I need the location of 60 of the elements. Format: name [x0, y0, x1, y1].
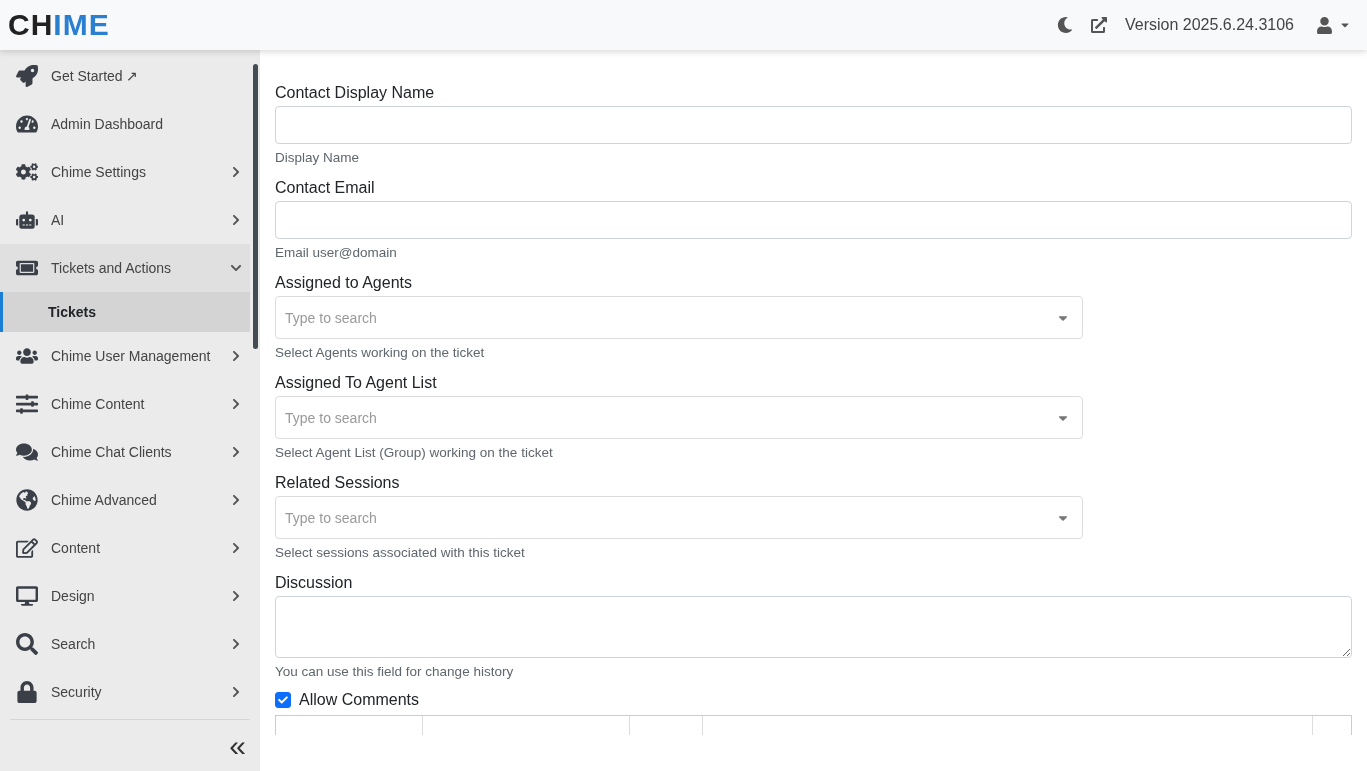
sidebar-item[interactable]: Chime Content [0, 380, 250, 428]
field-label: Contact Email [275, 179, 376, 197]
chevron-icon [230, 638, 242, 650]
sidebar-item[interactable]: Chime Chat Clients [0, 428, 250, 476]
gears-icon [13, 161, 41, 183]
help-text: Select Agents working on the ticket [275, 345, 486, 360]
chevron-icon [230, 214, 242, 226]
search-icon [13, 633, 41, 655]
sidebar-item[interactable]: Chime User Management [0, 332, 250, 380]
chevron-icon [230, 494, 242, 506]
sidebar-item[interactable]: AI [0, 196, 250, 244]
chevron-icon [230, 398, 242, 410]
chevron-icon [230, 542, 242, 554]
chevron-icon [230, 350, 242, 362]
chevron-icon [230, 686, 242, 698]
sidebar-item[interactable]: Get Started ↗ [0, 52, 250, 100]
collapse-button[interactable]: « [225, 730, 250, 761]
help-text: You can use this field for change history [275, 664, 515, 679]
chevron-icon [230, 590, 242, 602]
help-text: Display Name [275, 150, 361, 165]
sidebar-item[interactable]: Tickets and Actions [0, 244, 250, 292]
moon-icon[interactable] [1056, 17, 1073, 33]
globe-icon [13, 489, 41, 511]
robot-icon [13, 209, 41, 231]
text-field[interactable] [275, 106, 1352, 144]
sidebar-item[interactable]: Admin Dashboard [0, 100, 250, 148]
text-field[interactable] [275, 201, 1352, 239]
rocket-icon [13, 65, 41, 87]
gauge-icon [13, 113, 41, 135]
monitor-icon [13, 585, 41, 607]
sidebar-item[interactable]: Content [0, 524, 250, 572]
logo[interactable]: CHIME [8, 8, 110, 42]
field-label: Assigned To Agent List [275, 374, 438, 392]
sidebar-item[interactable]: Security [0, 668, 250, 716]
check-icon [278, 695, 288, 705]
help-text: Email user@domain [275, 245, 398, 260]
sliders-icon [13, 393, 41, 415]
help-text: Select Agent List (Group) working on the ticket [275, 445, 554, 460]
checkbox-label: Allow Comments [299, 691, 420, 709]
chevron-icon [230, 262, 242, 274]
external-link-icon[interactable] [1090, 17, 1107, 33]
help-text: Select sessions associated with this ticket [275, 545, 526, 560]
sidebar-item[interactable]: Chime Settings [0, 148, 250, 196]
sidebar-item[interactable]: Search [0, 620, 250, 668]
sidebar-item[interactable]: Design [0, 572, 250, 620]
user-icon [1316, 16, 1333, 34]
user-menu[interactable] [1316, 16, 1351, 34]
chevron-icon [230, 166, 242, 178]
edit-icon [13, 537, 41, 559]
sidebar-subitem[interactable]: Tickets [0, 292, 250, 332]
chat-icon [13, 441, 41, 463]
field-label: Contact Display Name [275, 84, 436, 102]
field-label: Assigned to Agents [275, 274, 413, 292]
field-label: Related Sessions [275, 474, 401, 492]
field-label: Discussion [275, 574, 354, 592]
version-text: Version 2025.6.24.3106 [1124, 16, 1294, 34]
sidebar-item[interactable]: Chime Advanced [0, 476, 250, 524]
chevron-icon [230, 446, 242, 458]
users-icon [13, 345, 41, 367]
checkbox[interactable] [275, 692, 291, 708]
